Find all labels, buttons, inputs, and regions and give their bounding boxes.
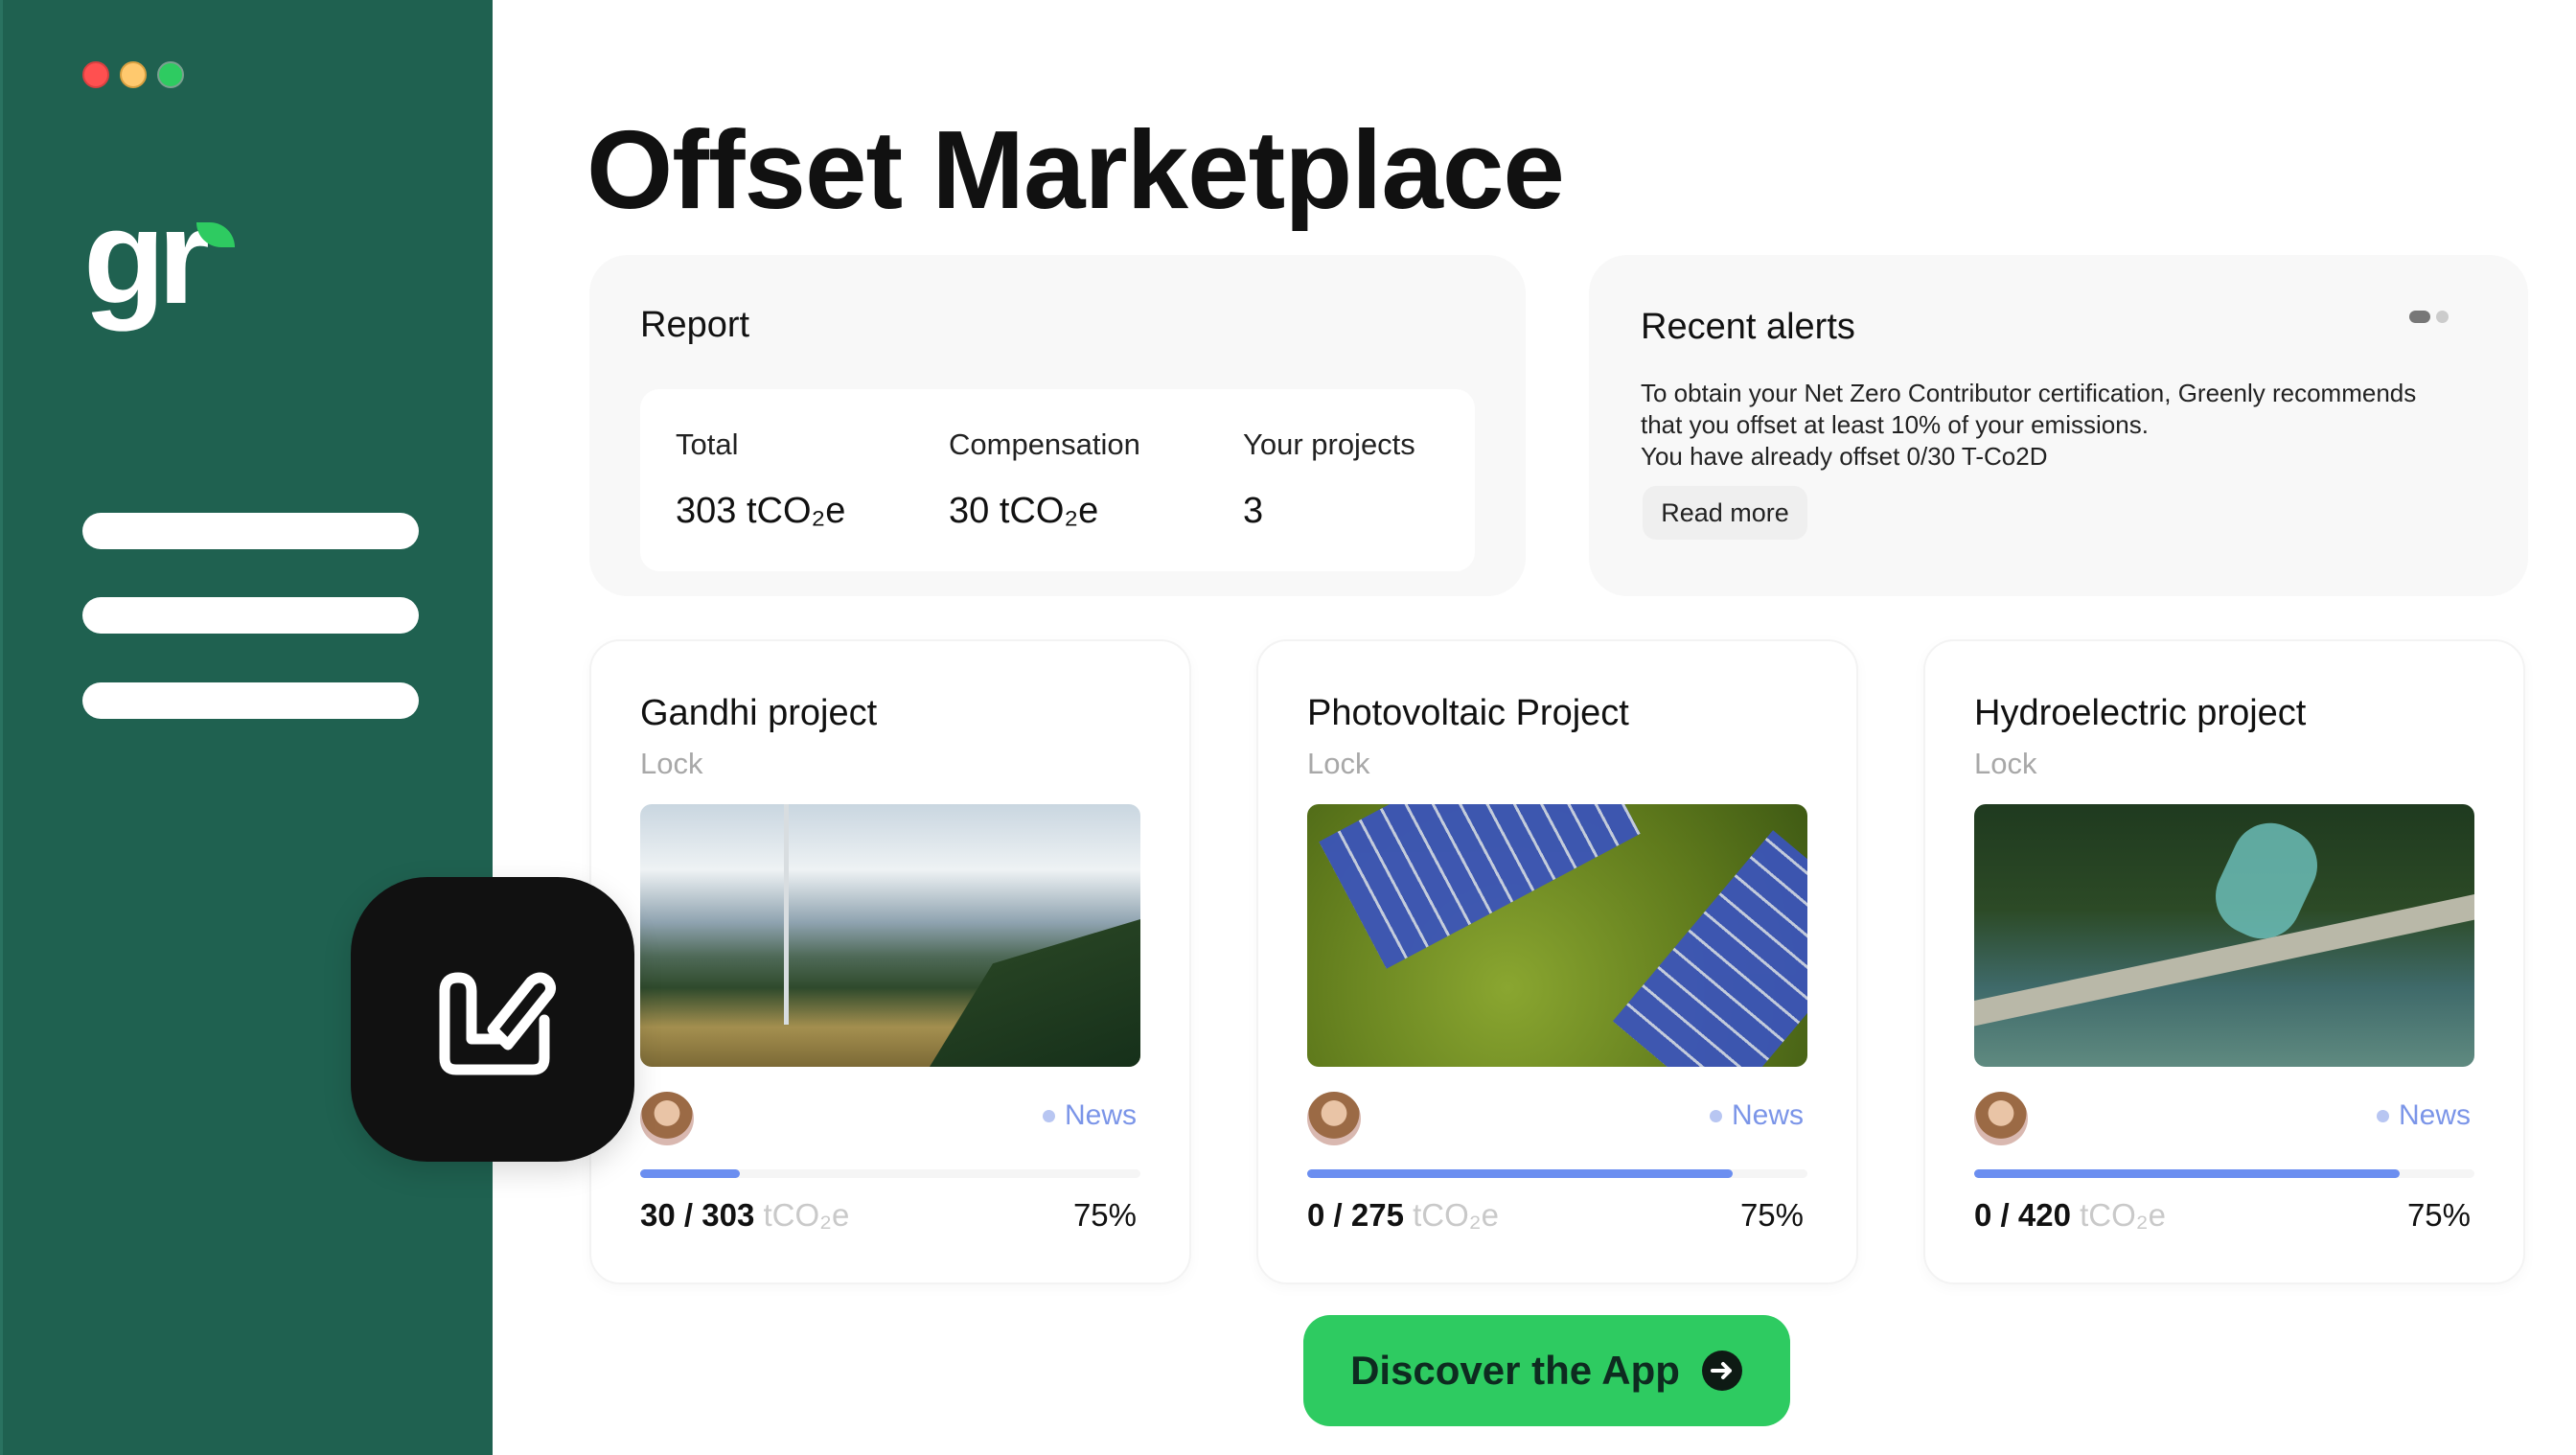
project-status: Lock [640,747,703,780]
stat-total-value: 303 tCO₂e [676,491,846,531]
news-label: News [1731,1099,1804,1131]
progress-fill [1307,1169,1733,1178]
project-image-solar [1307,804,1807,1067]
carousel-dots[interactable] [2409,311,2449,323]
project-title: Gandhi project [640,693,878,733]
progress-fill [1974,1169,2400,1178]
sidebar-nav-item-3[interactable] [82,682,419,719]
project-status: Lock [1307,747,1370,780]
news-tag[interactable]: News [1709,1099,1804,1132]
project-amount: 0 / 275 tCO₂e [1307,1197,1499,1233]
sidebar-nav-item-1[interactable] [82,513,419,549]
news-dot-icon [1709,1109,1722,1122]
window-minimize-button[interactable] [120,61,147,88]
leaf-icon [196,222,235,247]
project-status: Lock [1974,747,2037,780]
app-icon-tile[interactable] [351,877,634,1162]
project-percent: 75% [2406,1197,2471,1233]
project-percent: 75% [1072,1197,1137,1233]
project-percent: 75% [1739,1197,1804,1233]
logo-text: gr [83,181,210,332]
progress-bar [1974,1169,2474,1178]
report-card: Report Total 303 tCO₂e Compensation 30 t… [589,255,1526,596]
arrow-right-circle-icon [1701,1351,1742,1391]
stat-projects-label: Your projects [1243,427,1415,461]
stat-total-label: Total [676,427,739,461]
greenly-logo: gr [83,190,246,326]
alert-line: To obtain your Net Zero Contributor cert… [1641,379,2417,407]
alerts-title: Recent alerts [1641,307,1855,347]
page-title: Offset Marketplace [586,107,1565,232]
sidebar-nav-item-2[interactable] [82,597,419,634]
stat-compensation-label: Compensation [949,427,1140,461]
window-maximize-button[interactable] [157,61,184,88]
project-card[interactable]: Gandhi project Lock News 30 / 303 tCO₂e … [589,639,1191,1284]
avatar [640,1092,694,1145]
progress-bar [640,1169,1140,1178]
news-label: News [1064,1099,1137,1131]
project-image-wind [640,804,1140,1067]
stat-compensation-value: 30 tCO₂e [949,491,1099,531]
project-amount: 0 / 420 tCO₂e [1974,1197,2166,1233]
alert-line: You have already offset 0/30 T-Co2D [1641,442,2048,471]
alert-line: that you offset at least 10% of your emi… [1641,410,2149,439]
news-label: News [2398,1099,2471,1131]
project-card[interactable]: Hydroelectric project Lock News 0 / 420 … [1923,639,2525,1284]
news-tag[interactable]: News [2376,1099,2471,1132]
discover-app-button[interactable]: Discover the App [1303,1315,1790,1426]
project-amount: 30 / 303 tCO₂e [640,1197,850,1233]
alert-message: To obtain your Net Zero Contributor cert… [1641,378,2416,473]
avatar [1974,1092,2028,1145]
avatar [1307,1092,1361,1145]
window-close-button[interactable] [82,61,109,88]
discover-label: Discover the App [1350,1348,1680,1393]
report-title: Report [640,305,750,345]
report-stats: Total 303 tCO₂e Compensation 30 tCO₂e Yo… [640,389,1475,571]
progress-fill [640,1169,741,1178]
news-dot-icon [2376,1109,2389,1122]
project-title: Photovoltaic Project [1307,693,1629,733]
read-more-button[interactable]: Read more [1643,486,1807,540]
alerts-card: Recent alerts To obtain your Net Zero Co… [1589,255,2528,596]
sign-document-icon [439,972,557,1074]
project-image-hydro [1974,804,2474,1067]
project-card[interactable]: Photovoltaic Project Lock News 0 / 275 t… [1256,639,1858,1284]
news-dot-icon [1042,1109,1055,1122]
progress-bar [1307,1169,1807,1178]
sidebar: gr [0,0,493,1455]
project-title: Hydroelectric project [1974,693,2307,733]
stat-projects-value: 3 [1243,491,1264,531]
news-tag[interactable]: News [1042,1099,1137,1132]
